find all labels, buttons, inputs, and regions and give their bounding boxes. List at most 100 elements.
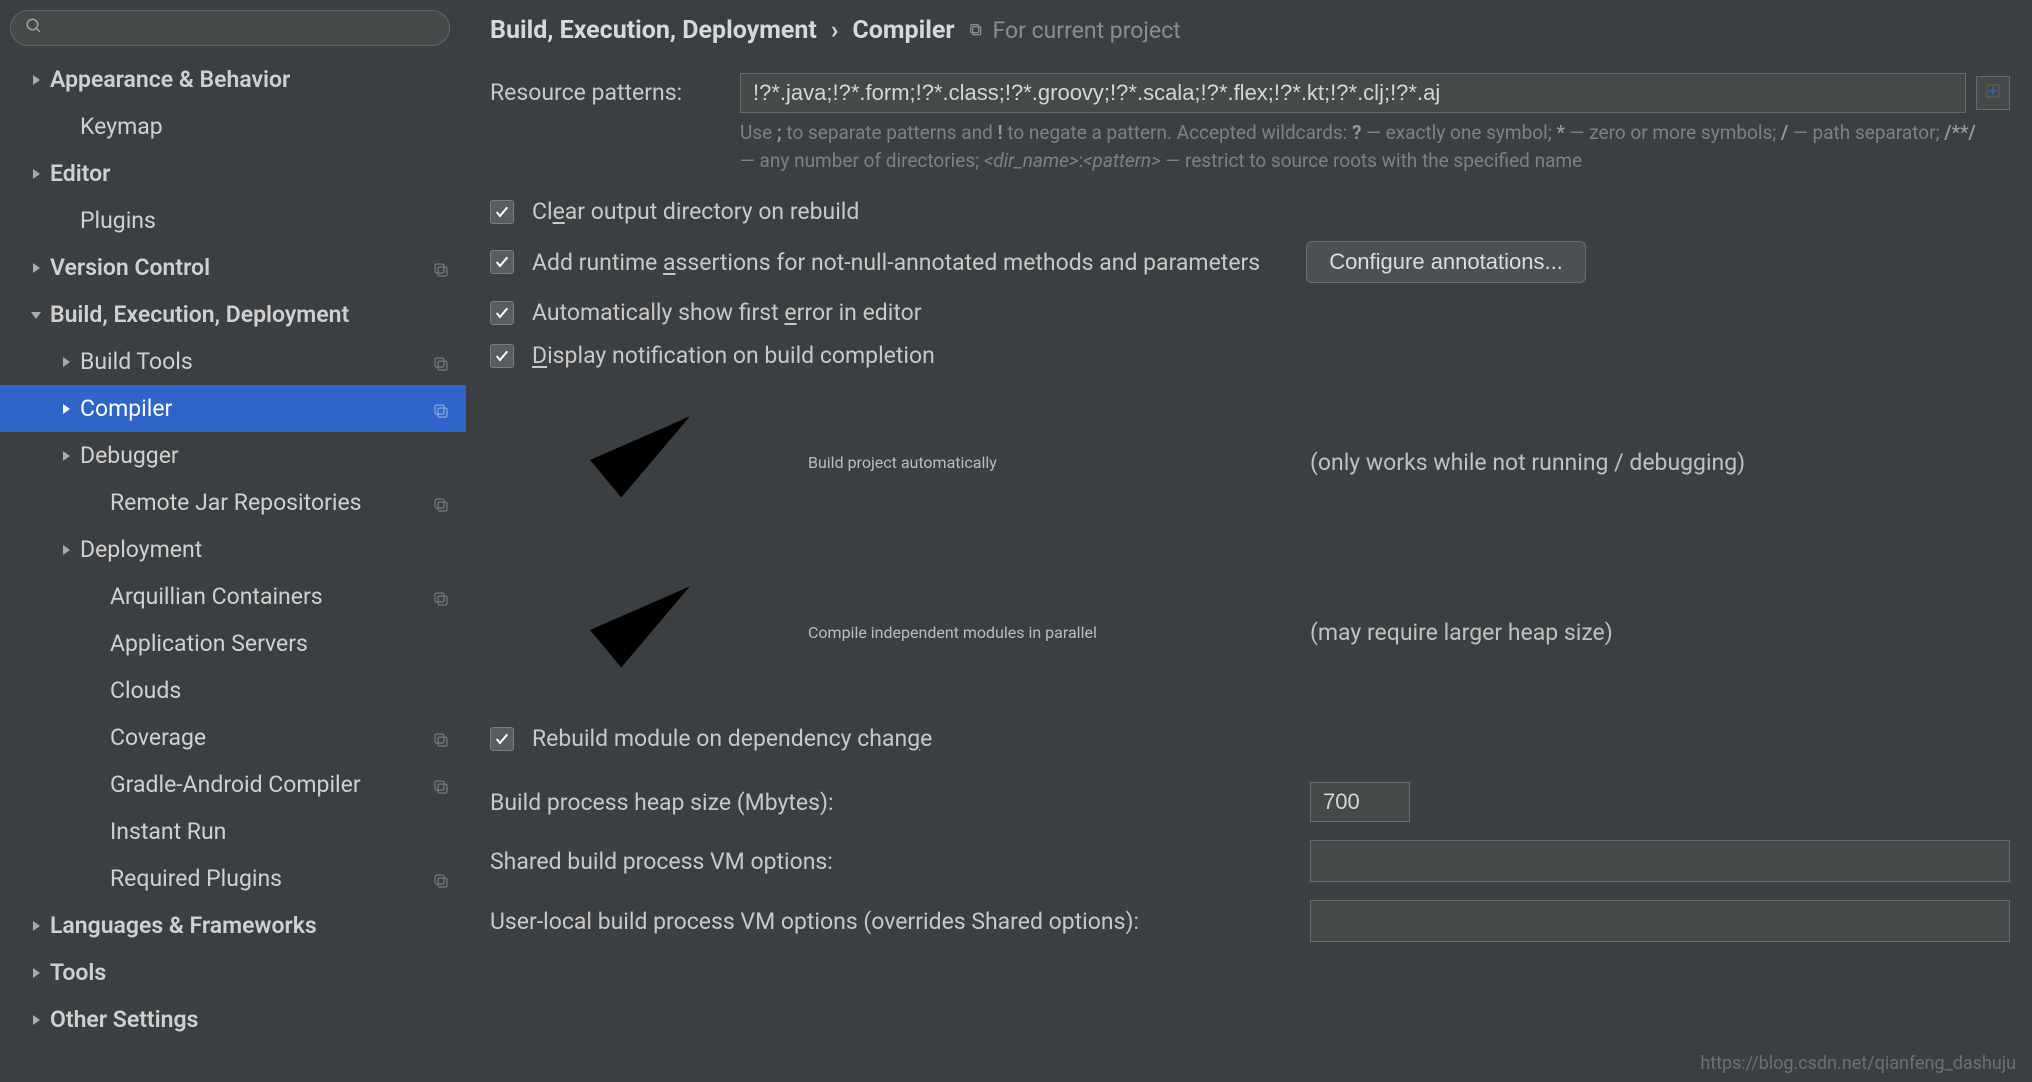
chevron-right-icon <box>52 356 80 368</box>
sidebar-item-debugger[interactable]: Debugger <box>0 432 466 479</box>
sidebar-item-label: Clouds <box>110 677 452 704</box>
sidebar-item-deployment[interactable]: Deployment <box>0 526 466 573</box>
watermark: https://blog.csdn.net/qianfeng_dashuju <box>1700 1053 2016 1074</box>
sidebar-item-arquillian-containers[interactable]: Arquillian Containers <box>0 573 466 620</box>
field-heap-row: Build process heap size (Mbytes): <box>490 782 2010 822</box>
breadcrumb-sep: › <box>831 16 839 45</box>
field-shared-vm-label: Shared build process VM options: <box>490 848 1310 875</box>
project-scope-icon <box>968 17 984 44</box>
sidebar-item-instant-run[interactable]: Instant Run <box>0 808 466 855</box>
chevron-right-icon <box>22 262 50 274</box>
check-assertions-label: Add runtime assertions for not-null-anno… <box>532 249 1260 276</box>
check-compile-parallel[interactable]: Compile independent modules in parallel <box>490 555 1310 709</box>
settings-sidebar: Appearance & Behavior KeymapEditorPlugins… <box>0 0 466 1082</box>
per-project-icon <box>432 728 452 748</box>
check-build-auto-label: Build project automatically <box>808 453 997 472</box>
sidebar-item-label: Other Settings <box>50 1006 452 1033</box>
check-compile-parallel-extra: (may require larger heap size) <box>1310 619 1613 646</box>
check-rebuild-dep[interactable]: Rebuild module on dependency change <box>490 725 2010 752</box>
resource-patterns-input[interactable] <box>740 73 1966 113</box>
field-user-vm-input[interactable] <box>1310 900 2010 942</box>
sidebar-item-label: Build Tools <box>80 348 424 375</box>
breadcrumb-project-scope: For current project <box>968 17 1180 44</box>
sidebar-item-label: Appearance & Behavior <box>50 66 452 93</box>
resource-patterns-field-wrap: Use ; to separate patterns and ! to nega… <box>740 73 2010 174</box>
sidebar-item-label: Remote Jar Repositories <box>110 489 424 516</box>
check-assertions[interactable]: Add runtime assertions for not-null-anno… <box>490 249 1260 276</box>
sidebar-item-languages-frameworks[interactable]: Languages & Frameworks <box>0 902 466 949</box>
sidebar-item-label: Debugger <box>80 442 452 469</box>
per-project-icon <box>432 775 452 795</box>
sidebar-item-label: Languages & Frameworks <box>50 912 452 939</box>
sidebar-item-coverage[interactable]: Coverage <box>0 714 466 761</box>
per-project-icon <box>432 493 452 513</box>
field-heap-input[interactable] <box>1310 782 1410 822</box>
sidebar-item-application-servers[interactable]: Application Servers <box>0 620 466 667</box>
check-show-first-error[interactable]: Automatically show first error in editor <box>490 299 2010 326</box>
sidebar-item-required-plugins[interactable]: Required Plugins <box>0 855 466 902</box>
chevron-right-icon <box>22 920 50 932</box>
sidebar-item-label: Version Control <box>50 254 424 281</box>
checkbox-icon <box>490 344 514 368</box>
sidebar-item-plugins[interactable]: Plugins <box>0 197 466 244</box>
sidebar-item-label: Compiler <box>80 395 424 422</box>
resource-patterns-row: Resource patterns: Use ; to separate pat… <box>490 73 2010 174</box>
sidebar-item-label: Build, Execution, Deployment <box>50 301 452 328</box>
chevron-right-icon <box>22 74 50 86</box>
checkbox-icon <box>490 250 514 274</box>
check-compile-parallel-label: Compile independent modules in parallel <box>808 623 1097 642</box>
per-project-icon <box>432 869 452 889</box>
resource-patterns-expand-button[interactable] <box>1976 76 2010 110</box>
sidebar-item-remote-jar-repositories[interactable]: Remote Jar Repositories <box>0 479 466 526</box>
search-icon <box>25 17 43 39</box>
chevron-right-icon <box>52 403 80 415</box>
sidebar-item-compiler[interactable]: Compiler <box>0 385 466 432</box>
breadcrumb-part-1: Build, Execution, Deployment <box>490 16 817 45</box>
sidebar-item-tools[interactable]: Tools <box>0 949 466 996</box>
check-build-auto-row: Build project automatically (only works … <box>490 385 2010 539</box>
resource-patterns-hint: Use ; to separate patterns and ! to nega… <box>740 119 1980 174</box>
check-display-notification-label: Display notification on build completion <box>532 342 935 369</box>
sidebar-item-build-tools[interactable]: Build Tools <box>0 338 466 385</box>
checkbox-icon <box>490 727 514 751</box>
settings-tree: Appearance & Behavior KeymapEditorPlugins… <box>0 56 466 1082</box>
per-project-icon <box>432 587 452 607</box>
sidebar-item-clouds[interactable]: Clouds <box>0 667 466 714</box>
checks-group: Clear output directory on rebuild Add ru… <box>490 198 2010 752</box>
sidebar-item-appearance-behavior[interactable]: Appearance & Behavior <box>0 56 466 103</box>
sidebar-item-gradle-android-compiler[interactable]: Gradle-Android Compiler <box>0 761 466 808</box>
check-clear-output[interactable]: Clear output directory on rebuild <box>490 198 2010 225</box>
field-user-vm-label: User-local build process VM options (ove… <box>490 908 1310 935</box>
check-build-auto[interactable]: Build project automatically <box>490 385 1310 539</box>
check-clear-output-label: Clear output directory on rebuild <box>532 198 859 225</box>
sidebar-item-version-control[interactable]: Version Control <box>0 244 466 291</box>
checkbox-icon <box>490 200 514 224</box>
check-display-notification[interactable]: Display notification on build completion <box>490 342 2010 369</box>
check-assertions-row: Add runtime assertions for not-null-anno… <box>490 241 2010 283</box>
sidebar-item-keymap[interactable]: Keymap <box>0 103 466 150</box>
field-user-vm-row: User-local build process VM options (ove… <box>490 900 2010 942</box>
sidebar-item-build-execution-deployment[interactable]: Build, Execution, Deployment <box>0 291 466 338</box>
checkbox-icon <box>490 301 514 325</box>
sidebar-search-wrap <box>0 6 466 56</box>
field-shared-vm-row: Shared build process VM options: <box>490 840 2010 882</box>
sidebar-item-label: Required Plugins <box>110 865 424 892</box>
sidebar-item-label: Application Servers <box>110 630 452 657</box>
configure-annotations-button[interactable]: Configure annotations... <box>1306 241 1586 283</box>
sidebar-item-other-settings[interactable]: Other Settings <box>0 996 466 1043</box>
sidebar-search-input[interactable] <box>51 17 435 40</box>
sidebar-item-editor[interactable]: Editor <box>0 150 466 197</box>
breadcrumb: Build, Execution, Deployment › Compiler … <box>490 16 2010 45</box>
checkbox-icon <box>490 555 790 709</box>
breadcrumb-project-scope-label: For current project <box>992 17 1180 44</box>
chevron-right-icon <box>52 544 80 556</box>
field-shared-vm-input[interactable] <box>1310 840 2010 882</box>
sidebar-search[interactable] <box>10 10 450 46</box>
chevron-right-icon <box>22 967 50 979</box>
checkbox-icon <box>490 385 790 539</box>
resource-patterns-label: Resource patterns: <box>490 73 740 106</box>
check-build-auto-extra: (only works while not running / debuggin… <box>1310 449 1745 476</box>
check-show-first-error-label: Automatically show first error in editor <box>532 299 922 326</box>
sidebar-item-label: Arquillian Containers <box>110 583 424 610</box>
check-compile-parallel-row: Compile independent modules in parallel … <box>490 555 2010 709</box>
